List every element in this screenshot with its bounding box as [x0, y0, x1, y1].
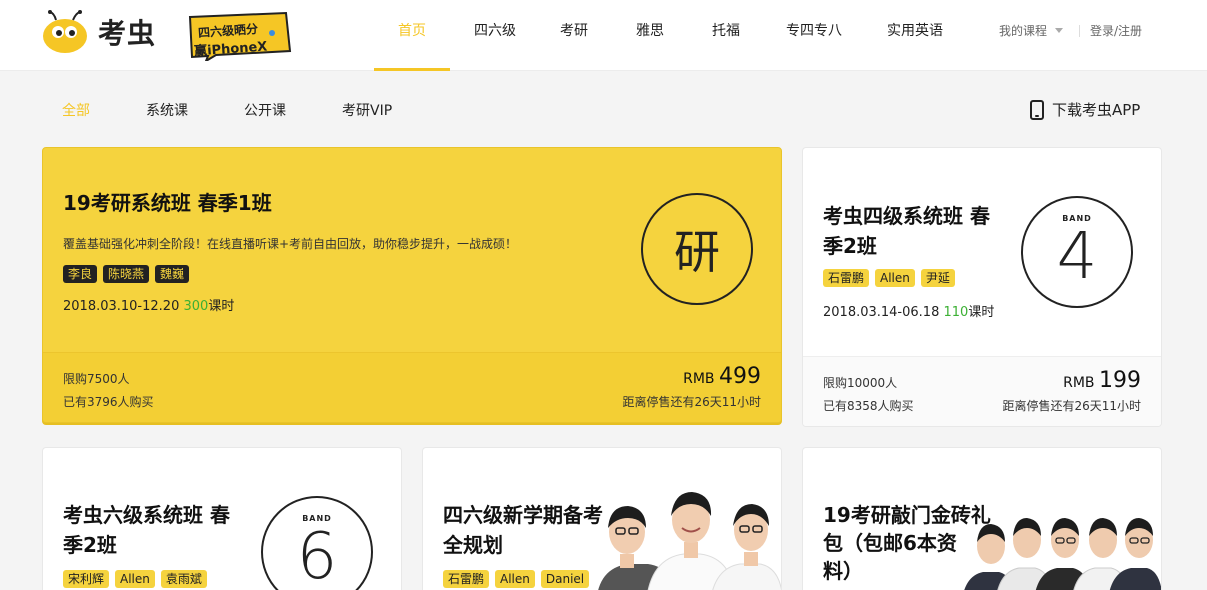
teacher-tag: 魏巍: [155, 265, 190, 283]
card-footer: 限购7500人 已有3796人购买 RMB 499 距离停售还有26天11小时: [43, 352, 781, 422]
nav-practical-english[interactable]: 实用英语: [868, 0, 962, 71]
purchase-count: 已有3796人购买: [63, 395, 154, 409]
teacher-tag: 袁雨斌: [160, 570, 207, 588]
filter-kaoyan-vip[interactable]: 考研VIP: [342, 100, 392, 120]
course-date: 2018.03.10-12.20 300课时: [63, 295, 234, 314]
my-courses-link[interactable]: 我的课程: [999, 22, 1047, 39]
nav-cet[interactable]: 四六级: [450, 0, 540, 71]
course-hours: 300: [183, 299, 209, 314]
purchase-limit: 限购10000人: [823, 376, 898, 390]
teacher-tag: 陈晓燕: [103, 265, 150, 283]
filter-all[interactable]: 全部: [62, 100, 90, 120]
price-amount: 199: [1099, 368, 1141, 393]
teacher-tags: 李良 陈晓燕 魏巍: [63, 265, 195, 283]
teacher-tag: Allen: [875, 269, 915, 287]
course-hours: 110: [943, 305, 969, 320]
course-card-cet-planning[interactable]: 四六级新学期备考 全规划 石雷鹏 Allen Daniel: [422, 447, 782, 590]
teacher-tags: 宋利辉 Allen 袁雨斌: [63, 570, 213, 588]
course-title-line: 全规划: [443, 533, 503, 557]
teacher-tag: 宋利辉: [63, 570, 110, 588]
teacher-tag: 尹延: [920, 269, 955, 287]
course-title-line: 季2班: [63, 533, 117, 557]
course-date: 2018.03.14-06.18 110课时: [823, 301, 994, 320]
logo-text: 考虫: [98, 17, 157, 50]
main-nav: 首页 四六级 考研 雅思 托福 专四专八 实用英语: [374, 0, 962, 71]
teacher-tag: Allen: [495, 570, 535, 588]
price-amount: 499: [719, 364, 761, 389]
download-app-link[interactable]: 下载考虫APP: [1030, 99, 1140, 120]
band-number: 6: [296, 520, 338, 590]
course-title-line: 季2班: [823, 234, 877, 258]
card-footer: 限购10000人 已有8358人购买 RMB 199 距离停售还有26天11小时: [803, 356, 1161, 426]
nav-toefl[interactable]: 托福: [692, 0, 760, 71]
price-currency: RMB: [1063, 375, 1095, 391]
course-card-kaoyan-gift-pack[interactable]: 19考研敲门金砖礼 包（包邮6本资 料）: [802, 447, 1162, 590]
teacher-tag: 李良: [63, 265, 98, 283]
purchase-limit: 限购7500人: [63, 372, 130, 386]
band-label: BAND: [1062, 214, 1092, 223]
teacher-tags: 石雷鹏 Allen 尹延: [823, 269, 961, 287]
phone-icon: [1030, 99, 1044, 120]
course-title: 考虫四级系统班 春 季2班: [823, 201, 990, 261]
header-divider: [1079, 24, 1081, 37]
teacher-tags: 石雷鹏 Allen Daniel: [443, 570, 595, 588]
course-title-line: 四六级新学期备考: [443, 503, 603, 527]
nav-kaoyan[interactable]: 考研: [540, 0, 608, 71]
price-currency: RMB: [683, 371, 715, 387]
course-title: 19考研系统班 春季1班: [63, 191, 272, 215]
kaoyan-circle-icon: 研: [641, 193, 753, 305]
course-hours-unit: 课时: [968, 305, 995, 320]
band6-circle-icon: BAND 6: [261, 496, 373, 590]
sale-countdown: 距离停售还有26天11小时: [1002, 399, 1141, 413]
category-filter: 全部 系统课 公开课 考研VIP: [62, 100, 448, 120]
teacher-tag: Allen: [115, 570, 155, 588]
teacher-tag: 石雷鹏: [443, 570, 490, 588]
course-card-cet4-spring[interactable]: 考虫四级系统班 春 季2班 石雷鹏 Allen 尹延 2018.03.14-06…: [802, 147, 1162, 427]
band-number: 4: [1056, 220, 1098, 294]
course-title: 考虫六级系统班 春 季2班: [63, 500, 230, 560]
filter-system-course[interactable]: 系统课: [146, 100, 188, 120]
purchase-count: 已有8358人购买: [823, 399, 914, 413]
course-date-range: 2018.03.14-06.18: [823, 305, 940, 320]
nav-tem[interactable]: 专四专八: [760, 0, 868, 71]
teacher-tag: 石雷鹏: [823, 269, 870, 287]
course-date-range: 2018.03.10-12.20: [63, 299, 180, 314]
course-price: RMB 499: [683, 364, 761, 389]
course-title-line: 考虫六级系统班 春: [63, 503, 230, 527]
site-logo[interactable]: 考虫: [40, 7, 165, 57]
course-price: RMB 199: [1063, 368, 1141, 393]
login-link[interactable]: 登录/注册: [1090, 22, 1142, 39]
band-label: BAND: [302, 514, 332, 523]
download-app-label: 下载考虫APP: [1052, 101, 1141, 119]
sale-countdown: 距离停售还有26天11小时: [622, 395, 761, 409]
nav-home[interactable]: 首页: [374, 0, 450, 71]
band4-circle-icon: BAND 4: [1021, 196, 1133, 308]
teacher-tag: Daniel: [540, 570, 590, 588]
course-title: 四六级新学期备考 全规划: [443, 500, 603, 560]
nav-ielts[interactable]: 雅思: [608, 0, 692, 71]
course-title-line: 考虫四级系统班 春: [823, 204, 990, 228]
bug-logo-icon: [43, 10, 87, 53]
chevron-down-icon[interactable]: [1055, 28, 1064, 33]
teachers-photo: [598, 492, 781, 590]
filter-public-course[interactable]: 公开课: [244, 100, 286, 120]
course-card-cet6-spring[interactable]: 考虫六级系统班 春 季2班 宋利辉 Allen 袁雨斌 BAND 6: [42, 447, 402, 590]
teachers-photo: [964, 518, 1161, 590]
course-card-kaoyan-spring[interactable]: 19考研系统班 春季1班 覆盖基础强化冲刺全阶段！在线直播听课+考前自由回放，助…: [42, 147, 782, 423]
course-hours-unit: 课时: [208, 299, 235, 314]
promo-banner[interactable]: 四六级晒分 赢iPhoneX: [186, 11, 292, 61]
top-header: 考虫 四六级晒分 赢iPhoneX 首页 四六级 考研 雅思 托福 专四专八 实…: [0, 0, 1207, 71]
kaoyan-icon-char: 研: [674, 225, 720, 279]
user-area: 我的课程 登录/注册: [999, 22, 1142, 39]
course-description: 覆盖基础强化冲刺全阶段！在线直播听课+考前自由回放，助你稳步提升，一战成硕！: [63, 237, 518, 251]
